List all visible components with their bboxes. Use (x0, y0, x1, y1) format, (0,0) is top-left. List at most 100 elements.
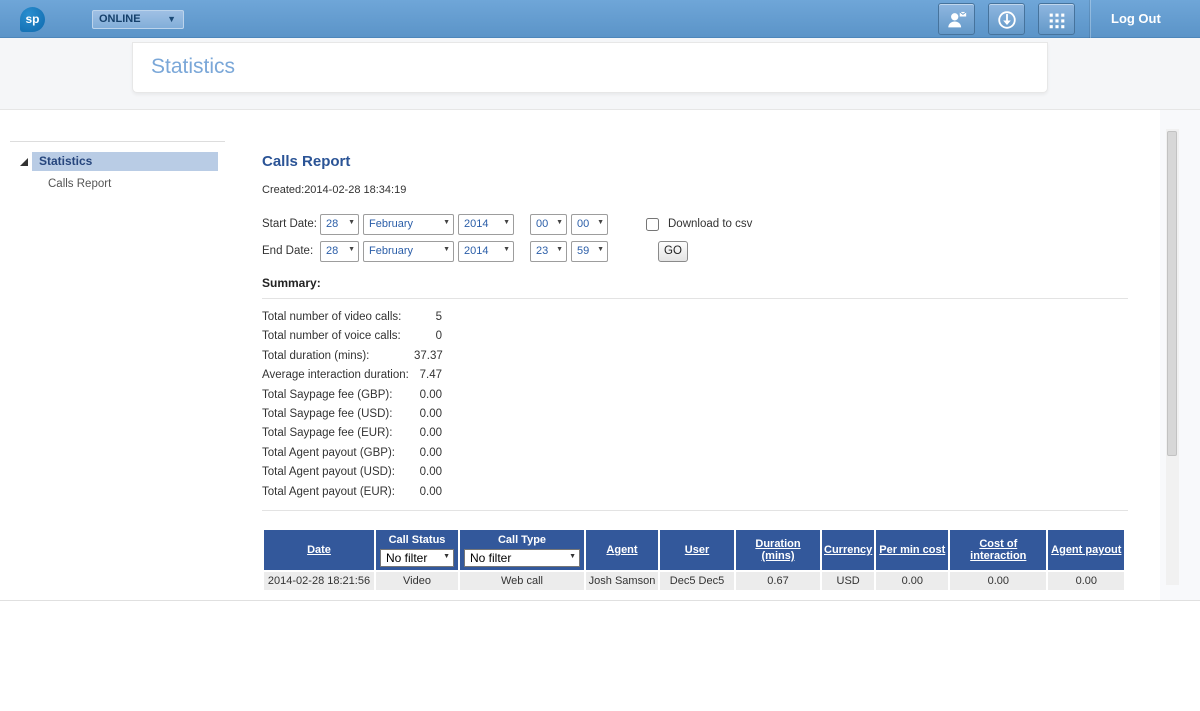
end-year-select-wrap: 2014 (458, 241, 514, 262)
start-month-select[interactable]: February (363, 214, 454, 235)
sort-duration-link[interactable]: Duration (mins) (755, 538, 800, 562)
summary-heading: Summary: (262, 276, 1128, 290)
summary-value: 0.00 (414, 386, 442, 405)
summary-row: Average interaction duration:7.47 (262, 366, 1128, 385)
summary-value: 7.47 (414, 366, 442, 385)
logout-button[interactable]: Log Out (1103, 0, 1169, 38)
page-title-card: Statistics (132, 42, 1048, 93)
summary-label: Total Agent payout (GBP): (262, 444, 414, 463)
header-band: Statistics (0, 38, 1200, 110)
column-header-currency: Currency (822, 530, 874, 570)
summary-label: Average interaction duration: (262, 366, 414, 385)
power-button[interactable] (988, 3, 1025, 35)
end-day-select[interactable]: 28 (320, 241, 359, 262)
sort-cost-link[interactable]: Cost of interaction (970, 538, 1026, 562)
summary-value: 0.00 (414, 405, 442, 424)
cell-cost-of-interaction: 0.00 (950, 572, 1046, 590)
cell-currency: USD (822, 572, 874, 590)
summary-label: Total duration (mins): (262, 347, 414, 366)
online-status-label: ONLINE (99, 13, 141, 25)
start-minute-select[interactable]: 00 (571, 214, 608, 235)
summary-value: 5 (414, 308, 442, 327)
summary-row: Total Saypage fee (EUR):0.00 (262, 424, 1128, 443)
online-status-dropdown[interactable]: ONLINE ▼ (92, 10, 184, 29)
summary-list: Total number of video calls:5 Total numb… (262, 308, 1128, 502)
sidebar-item-statistics[interactable]: Statistics (10, 152, 225, 171)
summary-row: Total Agent payout (USD):0.00 (262, 463, 1128, 482)
sort-currency-link[interactable]: Currency (824, 544, 872, 556)
topbar-divider (1090, 0, 1091, 38)
download-csv-checkbox[interactable] (646, 218, 659, 231)
table-divider (262, 510, 1128, 511)
end-minute-select-wrap: 59 (571, 241, 608, 262)
summary-value: 0.00 (414, 424, 442, 443)
cell-call-type: Web call (460, 572, 584, 590)
column-header-duration: Duration (mins) (736, 530, 820, 570)
end-hour-select[interactable]: 23 (530, 241, 567, 262)
start-hour-select-wrap: 00 (530, 214, 567, 235)
report-title: Calls Report (262, 153, 1128, 170)
cell-call-status: Video (376, 572, 458, 590)
tree-expander-icon[interactable] (20, 158, 28, 166)
end-month-select[interactable]: February (363, 241, 454, 262)
top-bar: sp ONLINE ▼ (0, 0, 1200, 38)
download-csv-label: Download to csv (668, 218, 752, 230)
calls-table: Date Call Status No filter Call Type No … (262, 528, 1126, 591)
summary-row: Total number of video calls:5 (262, 308, 1128, 327)
cell-user: Dec5 Dec5 (660, 572, 734, 590)
apps-grid-button[interactable] (1038, 3, 1075, 35)
summary-value: 0.00 (414, 483, 442, 502)
start-hour-select[interactable]: 00 (530, 214, 567, 235)
call-status-filter-select[interactable]: No filter (380, 549, 454, 567)
end-day-select-wrap: 28 (320, 241, 359, 262)
start-day-select-wrap: 28 (320, 214, 359, 235)
summary-row: Total number of voice calls:0 (262, 327, 1128, 346)
end-month-select-wrap: February (363, 241, 454, 262)
page-title: Statistics (151, 55, 1047, 79)
report-main: Calls Report Created:2014-02-28 18:34:19… (262, 150, 1128, 591)
scrollbar-thumb[interactable] (1167, 131, 1177, 456)
table-row: 2014-02-28 18:21:56 Video Web call Josh … (264, 572, 1124, 590)
summary-row: Total Saypage fee (USD):0.00 (262, 405, 1128, 424)
end-date-row: End Date: 28 February 2014 23 59 GO (262, 240, 1128, 262)
start-month-select-wrap: February (363, 214, 454, 235)
column-header-agent-payout: Agent payout (1048, 530, 1124, 570)
report-created-timestamp: Created:2014-02-28 18:34:19 (262, 184, 1128, 196)
start-year-select[interactable]: 2014 (458, 214, 514, 235)
sort-user-link[interactable]: User (685, 544, 709, 556)
chevron-down-icon: ▼ (167, 14, 176, 24)
end-date-label: End Date: (262, 245, 320, 257)
cell-duration: 0.67 (736, 572, 820, 590)
column-header-user: User (660, 530, 734, 570)
sort-agent-link[interactable]: Agent (606, 544, 637, 556)
summary-row: Total duration (mins):37.37 (262, 347, 1128, 366)
end-year-select[interactable]: 2014 (458, 241, 514, 262)
column-header-call-type: Call Type No filter (460, 530, 584, 570)
go-button[interactable]: GO (658, 241, 688, 262)
scrollbar-track[interactable] (1166, 129, 1179, 585)
start-day-select[interactable]: 28 (320, 214, 359, 235)
call-status-filter-wrap: No filter (380, 549, 454, 567)
sort-per-min-cost-link[interactable]: Per min cost (879, 544, 945, 556)
user-message-button[interactable] (938, 3, 975, 35)
call-type-title: Call Type (462, 534, 582, 546)
summary-row: Total Agent payout (EUR):0.00 (262, 483, 1128, 502)
summary-row: Total Saypage fee (GBP):0.00 (262, 386, 1128, 405)
column-header-date: Date (264, 530, 374, 570)
end-minute-select[interactable]: 59 (571, 241, 608, 262)
cell-per-min-cost: 0.00 (876, 572, 948, 590)
date-filters: Start Date: 28 February 2014 00 00 (262, 213, 1128, 262)
summary-value: 0 (414, 327, 442, 346)
call-type-filter-select[interactable]: No filter (464, 549, 580, 567)
sort-date-link[interactable]: Date (307, 544, 331, 556)
summary-divider (262, 298, 1128, 299)
cell-agent: Josh Samson (586, 572, 658, 590)
app-logo: sp (20, 7, 45, 32)
summary-label: Total Saypage fee (GBP): (262, 386, 414, 405)
call-status-title: Call Status (378, 534, 456, 546)
column-header-cost-of-interaction: Cost of interaction (950, 530, 1046, 570)
sort-payout-link[interactable]: Agent payout (1051, 544, 1121, 556)
sidebar-item-calls-report[interactable]: Calls Report (48, 178, 225, 190)
summary-label: Total number of voice calls: (262, 327, 414, 346)
summary-row: Total Agent payout (GBP):0.00 (262, 444, 1128, 463)
